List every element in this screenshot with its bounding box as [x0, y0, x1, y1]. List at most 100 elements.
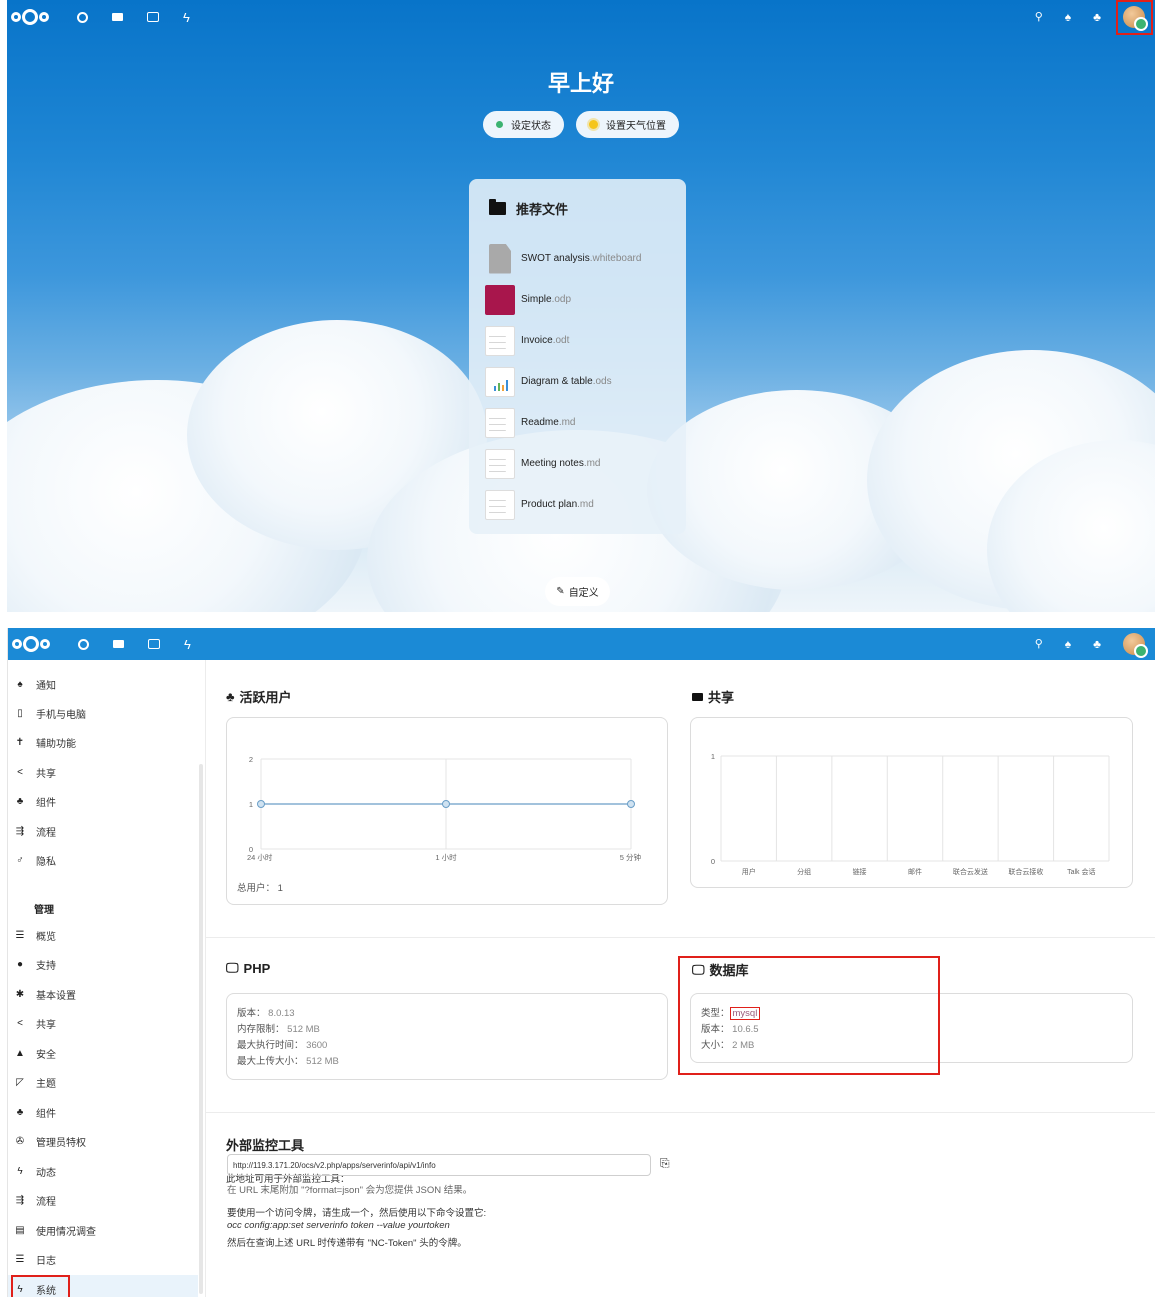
- search-icon[interactable]: ⚲: [1035, 11, 1043, 23]
- accessibility-icon: ✝: [15, 736, 25, 748]
- x-tick-label: 联合云发送: [953, 867, 988, 876]
- photos-app-icon[interactable]: [148, 639, 160, 649]
- data-point: [627, 800, 635, 808]
- lock-icon: ▲: [15, 1047, 25, 1059]
- nextcloud-logo[interactable]: [12, 636, 50, 652]
- file-item[interactable]: Diagram & table.ods: [485, 361, 670, 402]
- sidebar-item-privacy[interactable]: ♂ 隐私: [8, 846, 198, 874]
- pencil-icon: ✎: [556, 586, 565, 597]
- greeting-title: 早上好: [547, 71, 614, 96]
- file-ext: .ods: [592, 376, 612, 387]
- weather-sun-icon: [589, 120, 598, 129]
- sidebar-item-notifications[interactable]: ♠ 通知: [8, 670, 198, 698]
- db-version-row: 版本： 10.6.5: [701, 1022, 1122, 1038]
- contacts-icon[interactable]: ♣: [1093, 638, 1101, 650]
- notifications-icon[interactable]: ♠: [1065, 638, 1071, 650]
- sidebar-item-theming[interactable]: ◸ 主题: [8, 1068, 198, 1096]
- admin-icon: ✇: [15, 1135, 25, 1147]
- file-item[interactable]: SWOT analysis.whiteboard: [485, 238, 670, 279]
- files-app-icon[interactable]: [112, 13, 123, 21]
- search-icon[interactable]: ⚲: [1035, 638, 1043, 650]
- recommended-files-widget: 推荐文件 SWOT analysis.whiteboard Simple.odp…: [469, 179, 686, 534]
- sidebar-item-label: 使用情况调查: [36, 1226, 96, 1238]
- sidebar-item-logging[interactable]: ☰ 日志: [8, 1245, 198, 1273]
- activity-app-icon[interactable]: ϟ: [183, 11, 190, 24]
- file-item[interactable]: Simple.odp: [485, 279, 670, 320]
- sidebar-item-sharing[interactable]: < 共享: [8, 758, 198, 786]
- set-weather-button[interactable]: 设置天气位置: [576, 111, 679, 138]
- sidebar-item-security[interactable]: ▲ 安全: [8, 1039, 198, 1067]
- file-name: Invoice: [521, 335, 553, 346]
- info-value: 2 MB: [732, 1040, 755, 1051]
- sidebar-item-basic-settings[interactable]: ✱ 基本设置: [8, 980, 198, 1008]
- privacy-icon: ♂: [16, 854, 24, 866]
- system-icon: ϟ: [17, 1283, 23, 1295]
- x-tick-label: 用户: [742, 867, 756, 876]
- activity-app-icon[interactable]: ϟ: [184, 638, 191, 651]
- token-command: occ config:app:set serverinfo token --va…: [227, 1220, 450, 1231]
- sidebar-scrollbar[interactable]: [199, 764, 203, 1294]
- sidebar-item-label: 动态: [36, 1167, 56, 1179]
- avatar[interactable]: [1123, 633, 1148, 658]
- sidebar-item-usage-survey[interactable]: ▤ 使用情况调查: [8, 1216, 198, 1244]
- file-name: Readme: [521, 417, 559, 428]
- contacts-icon[interactable]: ♣: [1093, 11, 1101, 23]
- file-item[interactable]: Product plan.md: [485, 484, 670, 525]
- sidebar-item-connected-accounts[interactable]: ♣ 组件: [8, 787, 198, 815]
- sidebar-item-accessibility[interactable]: ✝ 辅助功能: [8, 728, 198, 756]
- clipboard-icon[interactable]: ⎘: [660, 1156, 670, 1171]
- section-title-text: 数据库: [709, 963, 749, 978]
- info-label: 最大执行时间：: [237, 1040, 304, 1051]
- file-ext: .odp: [551, 294, 572, 305]
- settings-screenshot: ϟ ⚲ ♠ ♣ ♠ 通知 ▯ 手机与电脑 ✝ 辅助功能 < 共享 ♣ 组件 ⇶ 流程 ♂ 隐私…: [7, 628, 1155, 1297]
- sidebar-item-admin-connected-accounts[interactable]: ♣ 组件: [8, 1098, 198, 1126]
- file-ext: .md: [583, 458, 601, 469]
- sidebar-item-mobile-desktop[interactable]: ▯ 手机与电脑: [8, 699, 198, 727]
- sidebar-item-system[interactable]: ϟ 系统: [8, 1275, 198, 1297]
- sidebar-item-label: 隐私: [36, 856, 56, 868]
- x-tick-label: 邮件: [908, 867, 922, 876]
- info-value: 8.0.13: [268, 1008, 295, 1019]
- file-name: Simple: [521, 294, 552, 305]
- system-info-content: ♣ 活跃用户 2 1 0 24 小时 1 小时 5 分钟 总用户： 1 共享 1 0 用户 分组 链…: [206, 660, 1155, 1297]
- file-ext: .md: [558, 417, 576, 428]
- file-thumbnail: [485, 489, 515, 520]
- file-name: SWOT analysis: [521, 253, 590, 264]
- sidebar-item-admin-flow[interactable]: ⇶ 流程: [8, 1186, 198, 1214]
- widget-title: 推荐文件: [516, 202, 569, 217]
- photos-app-icon[interactable]: [147, 12, 159, 22]
- file-item[interactable]: Meeting notes.md: [485, 443, 670, 484]
- dashboard-app-icon[interactable]: [78, 638, 89, 650]
- sidebar-item-overview[interactable]: ☰ 概览: [8, 921, 198, 949]
- file-item[interactable]: Readme.md: [485, 402, 670, 443]
- overview-icon: ☰: [15, 929, 25, 941]
- nextcloud-logo[interactable]: [11, 9, 49, 25]
- sidebar-item-admin-sharing[interactable]: < 共享: [8, 1009, 198, 1037]
- section-title-text: 活跃用户: [239, 690, 292, 705]
- sidebar-item-support[interactable]: ● 支持: [8, 950, 198, 978]
- sidebar-item-admin-privileges[interactable]: ✇ 管理员特权: [8, 1127, 198, 1155]
- db-type-row: 类型： mysql: [701, 1006, 1122, 1022]
- set-status-button[interactable]: 设定状态: [483, 111, 564, 138]
- dashboard-app-icon[interactable]: [77, 11, 88, 23]
- x-tick-label: 联合云接收: [1008, 867, 1043, 876]
- sidebar-item-label: 手机与电脑: [36, 709, 86, 721]
- log-icon: ☰: [15, 1253, 25, 1265]
- avatar[interactable]: [1123, 6, 1148, 31]
- admin-section-heading: 管理: [34, 905, 54, 916]
- customize-button[interactable]: ✎ 自定义: [545, 577, 610, 606]
- folder-icon: [489, 199, 506, 215]
- notifications-icon[interactable]: ♠: [1065, 11, 1071, 23]
- sidebar-item-flow[interactable]: ⇶ 流程: [8, 817, 198, 845]
- info-label: 版本：: [701, 1024, 730, 1035]
- json-hint: 在 URL 末尾附加 "?format=json" 会为您提供 JSON 结果。: [227, 1185, 473, 1196]
- monitoring-url-field[interactable]: http://119.3.171.20/ocs/v2.php/apps/serv…: [227, 1154, 651, 1176]
- sidebar-item-label: 流程: [36, 827, 56, 839]
- section-divider: [206, 937, 1155, 938]
- bell-icon: ♠: [17, 678, 23, 690]
- file-ext: .whiteboard: [589, 253, 642, 264]
- files-app-icon[interactable]: [113, 640, 124, 648]
- sidebar-item-activity[interactable]: ϟ 动态: [8, 1157, 198, 1185]
- file-item[interactable]: Invoice.odt: [485, 320, 670, 361]
- x-tick-label: 链接: [853, 867, 867, 876]
